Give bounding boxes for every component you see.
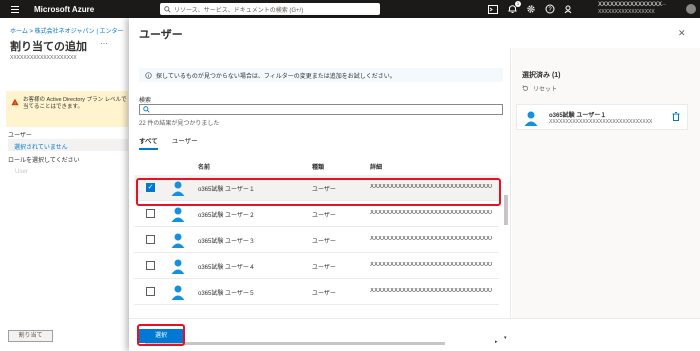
feedback-icon[interactable] [564,4,574,14]
user-icon [171,285,185,300]
close-icon[interactable]: ✕ [678,28,686,39]
hamburger-menu-icon[interactable] [6,0,24,18]
gear-icon[interactable] [526,4,536,14]
page-subtitle: XXXXXXXXXXXXXXXXXXXX [10,55,77,61]
tab-users[interactable]: ユーザー [172,135,198,150]
row-detail: XXXXXXXXXXXXXXXXXXXXXXXXXXXXXXX [370,262,492,268]
users-not-selected[interactable]: 選択されていません [8,139,128,151]
panel-footer: 選択 [129,318,700,351]
info-icon [145,71,152,79]
row-detail: XXXXXXXXXXXXXXXXXXXXXXXXXXXXXXX [370,210,492,216]
scroll-thumb[interactable] [504,195,508,225]
warning-banner: ! お客様の Active Directory プラン レベルで当てることはでき… [6,91,128,127]
vertical-scrollbar[interactable]: ▾ [504,195,508,341]
user-icon [171,233,185,248]
help-icon[interactable]: ? [545,4,555,14]
row-checkbox[interactable] [146,261,155,270]
column-name-header[interactable]: 名前 [198,162,210,171]
avatar[interactable] [686,4,696,14]
row-name: o365試験 ユーザー４ [198,265,255,271]
row-type: ユーザー [312,291,336,297]
row-type: ユーザー [312,239,336,245]
row-checkbox[interactable] [146,287,155,296]
column-detail-header[interactable]: 詳細 [370,162,382,171]
reset-label: リセット [533,87,558,93]
search-icon [143,106,150,113]
row-detail: XXXXXXXXXXXXXXXXXXXXXXXXXXXXXXX [370,288,492,294]
search-input[interactable] [139,104,503,115]
background-page: ホーム > 株式会社ネオジャパン | エンター 割り当ての追加 ··· XXXX… [0,18,128,351]
notification-badge: 1 [515,1,521,7]
trash-icon[interactable] [672,112,680,121]
row-type: ユーザー [312,213,336,219]
role-label: ロールを選択してください [8,158,80,164]
search-label: 検索 [139,98,152,104]
user-icon [171,259,185,274]
info-banner: 探しているものが見つからない場合は、フィルターの変更または追加をお試しください。 [139,68,503,82]
global-search-input[interactable]: リソース、サービス、ドキュメントの検索 (G+/) [160,3,380,15]
tab-strip: すべて ユーザー [139,135,198,150]
row-detail: XXXXXXXXXXXXXXXXXXXXXXXXXXXXXXX [370,236,492,242]
assign-button[interactable]: 割り当て [8,330,53,342]
selected-item: o365試験 ユーザー１ XXXXXXXXXXXXXXXXXXXXXXXXXXX… [516,104,688,130]
column-type-header[interactable]: 種類 [312,162,324,171]
row-checkbox[interactable] [146,235,155,244]
notifications-icon[interactable]: 1 [507,1,521,14]
selected-title: 選択済み (1) [522,72,561,79]
account-menu[interactable]: XXXXXXXXXXXXXXXX·· XXXXXXXXXXXXXXXXX [598,2,666,16]
table-row[interactable]: o365試験 ユーザー５ ユーザー XXXXXXXXXXXXXXXXXXXXXXXX… [134,279,499,305]
row-highlight-annotation [136,178,501,206]
row-name: o365試験 ユーザー２ [198,213,255,219]
selected-item-detail: XXXXXXXXXXXXXXXXXXXXXXXXXXXXXXX [549,119,653,125]
warning-icon: ! [11,98,19,106]
result-count: 22 件の結果が見つかりました [139,121,220,127]
user-icon [524,111,538,126]
global-search-placeholder: リソース、サービス、ドキュメントの検索 (G+/) [174,7,304,14]
row-name: o365試験 ユーザー３ [198,239,255,245]
svg-text:!: ! [14,101,15,106]
account-tenant: XXXXXXXXXXXXXXXXX [598,9,655,15]
top-bar: Microsoft Azure リソース、サービス、ドキュメントの検索 (G+/… [0,0,700,18]
page-title: 割り当ての追加 [10,41,87,53]
reset-icon [522,85,528,91]
selected-item-name: o365試験 ユーザー１ [549,113,607,119]
row-type: ユーザー [312,265,336,271]
breadcrumb[interactable]: ホーム > 株式会社ネオジャパン | エンター [10,26,124,35]
brand-title[interactable]: Microsoft Azure [34,5,94,14]
row-name: o365試験 ユーザー５ [198,291,255,297]
reset-button[interactable]: リセット [522,84,557,93]
table-row[interactable]: o365試験 ユーザー４ ユーザー XXXXXXXXXXXXXXXXXXXXXXXX… [134,253,499,279]
info-text: 探しているものが見つからない場合は、フィルターの変更または追加をお試しください。 [156,73,396,80]
more-options-icon[interactable]: ··· [100,39,108,48]
users-label: ユーザー [8,133,32,139]
cloud-shell-icon[interactable] [488,4,498,14]
warning-text: お客様の Active Directory プラン レベルで当てることはできます… [23,97,127,110]
role-user-link[interactable]: User [15,169,28,175]
tab-all[interactable]: すべて [139,135,158,150]
select-button-annotation [137,324,185,346]
account-name: XXXXXXXXXXXXXXXX·· [598,2,667,8]
selected-pane: 選択済み (1) リセット o365試験 ユーザー１ XXXXXXXXXXXXX… [512,48,700,318]
panel-title: ユーザー [139,29,183,41]
row-checkbox[interactable] [146,209,155,218]
search-icon [164,5,171,13]
user-icon [171,207,185,222]
table-row[interactable]: o365試験 ユーザー３ ユーザー XXXXXXXXXXXXXXXXXXXXXXXX… [134,227,499,253]
